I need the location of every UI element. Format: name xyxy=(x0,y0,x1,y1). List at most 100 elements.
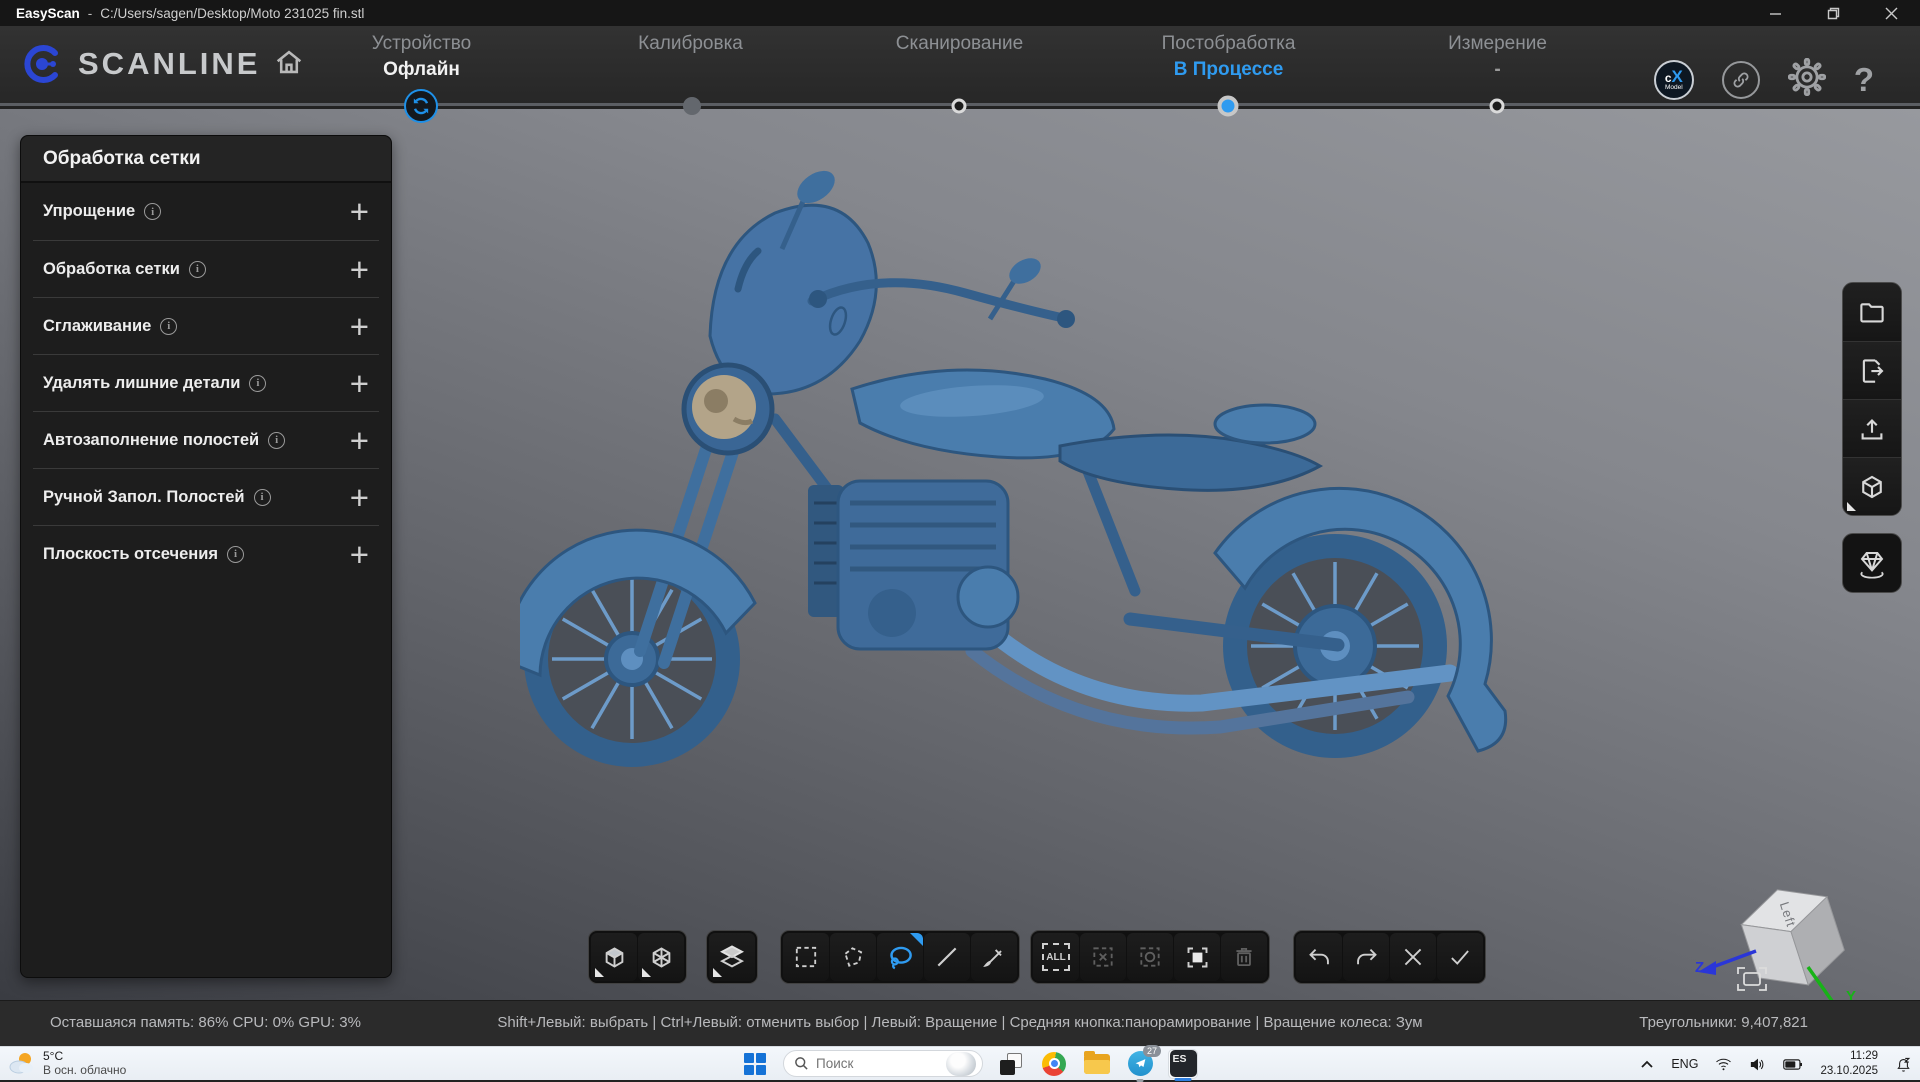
fit-view-button[interactable] xyxy=(1737,967,1767,996)
step-postprocessing[interactable]: Постобработка В Процессе xyxy=(1094,26,1363,106)
step-dot-scanning[interactable] xyxy=(952,99,967,114)
upload-icon xyxy=(1857,414,1887,444)
triangle-count: Треугольники: 9,407,821 xyxy=(1639,1014,1808,1031)
easyscan-taskbar-button[interactable]: ES xyxy=(1168,1049,1198,1079)
solid-view-button[interactable] xyxy=(591,933,637,981)
brush-select-button[interactable] xyxy=(971,933,1017,981)
close-icon xyxy=(1885,7,1898,20)
redo-button[interactable] xyxy=(1343,933,1389,981)
scanline-logo-icon xyxy=(22,42,66,86)
export-file-button[interactable] xyxy=(1843,341,1901,399)
settings-button[interactable] xyxy=(1788,58,1826,101)
panel-item-mesh-processing[interactable]: Обработка сетки i + xyxy=(33,240,379,297)
panel-item-cutting-plane[interactable]: Плоскость отсечения i + xyxy=(33,525,379,582)
file-explorer-button[interactable] xyxy=(1082,1049,1112,1079)
invert-selection-button[interactable] xyxy=(1127,933,1173,981)
step-measurement[interactable]: Измерение - xyxy=(1363,26,1632,106)
motorcycle-3d-model[interactable] xyxy=(520,151,1570,811)
expand-plus-button[interactable]: + xyxy=(350,253,369,286)
polygon-select-button[interactable] xyxy=(830,933,876,981)
step-dot-postprocessing[interactable] xyxy=(1218,96,1239,117)
search-highlight-image[interactable] xyxy=(946,1052,976,1076)
cx-model-badge[interactable]: cX Model xyxy=(1654,60,1694,100)
panel-item-manual-fill-holes[interactable]: Ручной Запол. Полостей i + xyxy=(33,468,379,525)
layers-group xyxy=(706,930,758,984)
telegram-button[interactable]: 27 xyxy=(1125,1049,1155,1079)
input-language[interactable]: ENG xyxy=(1671,1057,1698,1071)
quality-check-button[interactable] xyxy=(1842,533,1902,593)
panel-item-simplification[interactable]: Упрощение i + xyxy=(33,183,379,240)
cancel-button[interactable] xyxy=(1390,933,1436,981)
info-icon[interactable]: i xyxy=(249,375,266,392)
mesh-processing-panel: Обработка сетки Упрощение i + Обработка … xyxy=(20,135,392,978)
confirm-icon xyxy=(1447,944,1473,970)
viewport-3d[interactable]: Обработка сетки Упрощение i + Обработка … xyxy=(0,109,1920,1000)
windows-taskbar: 5°C В осн. облачно xyxy=(0,1046,1920,1080)
view-mode-button[interactable] xyxy=(1843,457,1901,515)
deselect-button[interactable] xyxy=(1080,933,1126,981)
select-through-button[interactable] xyxy=(1174,933,1220,981)
help-button[interactable]: ? xyxy=(1854,61,1874,99)
battery-icon[interactable] xyxy=(1783,1058,1803,1071)
layers-button[interactable] xyxy=(709,933,755,981)
mouse-hints: Shift+Левый: выбрать | Ctrl+Левый: отмен… xyxy=(497,1014,1422,1031)
panel-items: Упрощение i + Обработка сетки i + Сглажи… xyxy=(33,183,379,582)
lasso-select-button[interactable] xyxy=(877,933,923,981)
hidden-icons-chevron[interactable] xyxy=(1640,1059,1654,1069)
start-button[interactable] xyxy=(740,1049,770,1079)
close-button[interactable] xyxy=(1862,0,1920,26)
select-all-button[interactable]: ALL xyxy=(1033,933,1079,981)
step-dot-measurement[interactable] xyxy=(1490,99,1505,114)
panel-item-smoothing[interactable]: Сглаживание i + xyxy=(33,297,379,354)
minimize-button[interactable] xyxy=(1746,0,1804,26)
expand-plus-button[interactable]: + xyxy=(350,538,369,571)
info-icon[interactable]: i xyxy=(189,261,206,278)
panel-item-auto-fill-holes[interactable]: Автозаполнение полостей i + xyxy=(33,411,379,468)
delete-selection-icon xyxy=(1231,944,1257,970)
solid-view-icon xyxy=(601,944,628,971)
upload-button[interactable] xyxy=(1843,399,1901,457)
link-button[interactable] xyxy=(1722,61,1760,99)
step-calibration[interactable]: Калибровка xyxy=(556,26,825,106)
notification-bell-icon[interactable] xyxy=(1895,1056,1912,1073)
step-scanning[interactable]: Сканирование xyxy=(825,26,1094,106)
clock-widget[interactable]: 11:29 23.10.2025 xyxy=(1820,1049,1878,1079)
render-mode-group xyxy=(588,930,687,984)
search-input[interactable] xyxy=(816,1056,936,1071)
expand-plus-button[interactable]: + xyxy=(350,195,369,228)
panel-item-remove-details[interactable]: Удалять лишние детали i + xyxy=(33,354,379,411)
task-view-button[interactable] xyxy=(996,1049,1026,1079)
restore-button[interactable] xyxy=(1804,0,1862,26)
open-file-button[interactable] xyxy=(1843,283,1901,341)
wireframe-view-button[interactable] xyxy=(638,933,684,981)
step-dot-device-sync-icon[interactable] xyxy=(404,89,438,123)
step-postprocessing-status: В Процессе xyxy=(1174,59,1284,83)
info-icon[interactable]: i xyxy=(144,203,161,220)
rect-select-icon xyxy=(793,944,819,970)
select-all-icon: ALL xyxy=(1042,943,1070,971)
redo-icon xyxy=(1353,944,1380,971)
info-icon[interactable]: i xyxy=(254,489,271,506)
axis-z-label: Z xyxy=(1695,959,1704,976)
undo-button[interactable] xyxy=(1296,933,1342,981)
volume-icon[interactable] xyxy=(1749,1057,1766,1072)
wifi-icon[interactable] xyxy=(1715,1057,1732,1071)
chrome-icon xyxy=(1042,1052,1066,1076)
info-icon[interactable]: i xyxy=(227,546,244,563)
delete-selection-button[interactable] xyxy=(1221,933,1267,981)
weather-widget[interactable]: 5°C В осн. облачно xyxy=(8,1049,126,1077)
taskbar-search[interactable] xyxy=(783,1050,983,1077)
expand-plus-button[interactable]: + xyxy=(350,367,369,400)
step-measurement-status: - xyxy=(1494,59,1500,83)
file-toolbar xyxy=(1842,282,1902,516)
info-icon[interactable]: i xyxy=(160,318,177,335)
line-select-button[interactable] xyxy=(924,933,970,981)
chrome-button[interactable] xyxy=(1039,1049,1069,1079)
info-icon[interactable]: i xyxy=(268,432,285,449)
expand-plus-button[interactable]: + xyxy=(350,310,369,343)
rect-select-button[interactable] xyxy=(783,933,829,981)
confirm-button[interactable] xyxy=(1437,933,1483,981)
step-dot-calibration[interactable] xyxy=(683,97,701,115)
expand-plus-button[interactable]: + xyxy=(350,481,369,514)
expand-plus-button[interactable]: + xyxy=(350,424,369,457)
